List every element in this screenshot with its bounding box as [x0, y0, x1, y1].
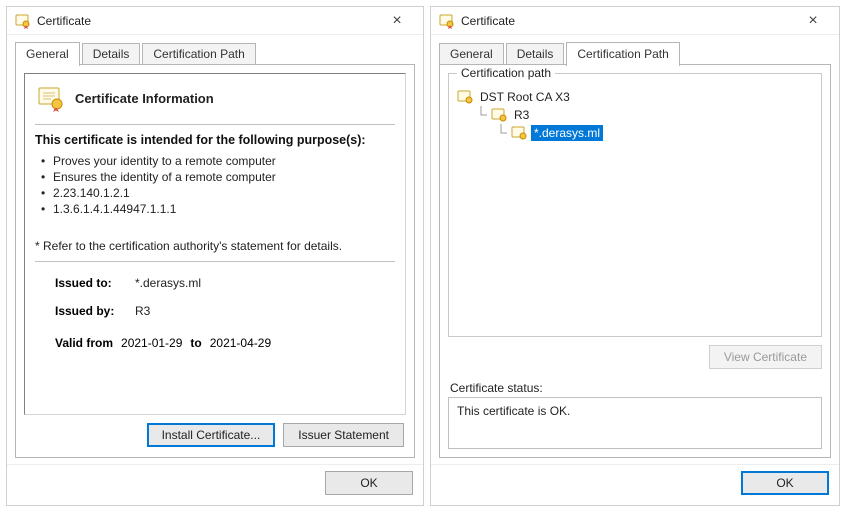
certificate-dialog-certpath: Certificate × General Details Certificat…	[430, 6, 840, 506]
chain-node-label: *.derasys.ml	[531, 125, 603, 141]
dialog-footer: OK	[7, 464, 423, 505]
certificate-status-box: This certificate is OK.	[448, 397, 822, 449]
valid-from-label: Valid from	[55, 336, 113, 350]
tab-certification-path[interactable]: Certification Path	[142, 43, 255, 65]
certificate-dialog-general: Certificate × General Details Certificat…	[6, 6, 424, 506]
tab-certification-path[interactable]: Certification Path	[566, 42, 679, 66]
valid-to-value: 2021-04-29	[210, 336, 271, 350]
titlebar: Certificate ×	[7, 7, 423, 35]
tab-body-certpath: Certification path DST Root CA X3 R3	[439, 65, 831, 458]
issued-by-row: Issued by: R3	[55, 304, 395, 318]
valid-to-label: to	[190, 336, 201, 350]
action-button-row: Install Certificate... Issuer Statement	[24, 415, 406, 449]
tree-connector-icon	[497, 124, 511, 142]
chain-node-root[interactable]: DST Root CA X3	[457, 88, 813, 106]
issued-to-value: *.derasys.ml	[135, 276, 201, 290]
certification-path-group: Certification path DST Root CA X3 R3	[448, 73, 822, 337]
certificate-information-heading: Certificate Information	[75, 91, 214, 106]
close-icon[interactable]: ×	[793, 13, 833, 29]
valid-from-value: 2021-01-29	[121, 336, 182, 350]
issued-to-label: Issued to:	[55, 276, 135, 290]
tab-general[interactable]: General	[439, 43, 504, 65]
certificate-status-text: This certificate is OK.	[457, 404, 570, 418]
certificate-icon	[37, 84, 65, 112]
certificate-icon	[491, 108, 507, 122]
tree-connector-icon	[477, 106, 491, 124]
install-certificate-button[interactable]: Install Certificate...	[147, 423, 276, 447]
titlebar: Certificate ×	[431, 7, 839, 35]
refer-note: * Refer to the certification authority's…	[35, 239, 395, 253]
tab-body-general: Certificate Information This certificate…	[15, 65, 415, 458]
window-title: Certificate	[37, 14, 377, 28]
chain-node-intermediate[interactable]: R3	[457, 106, 813, 124]
tabstrip: General Details Certification Path	[7, 35, 423, 65]
certificate-icon	[15, 13, 31, 29]
purpose-list: Proves your identity to a remote compute…	[53, 153, 395, 217]
validity-row: Valid from 2021-01-29 to 2021-04-29	[55, 336, 395, 350]
purpose-item: Ensures the identity of a remote compute…	[53, 169, 395, 185]
tab-general[interactable]: General	[15, 42, 80, 66]
purpose-heading: This certificate is intended for the fol…	[35, 133, 395, 147]
ok-button[interactable]: OK	[325, 471, 413, 495]
purpose-item: 2.23.140.1.2.1	[53, 185, 395, 201]
certificate-icon	[439, 13, 455, 29]
certificate-icon	[457, 90, 473, 104]
issued-to-row: Issued to: *.derasys.ml	[55, 276, 395, 290]
certificate-info-panel: Certificate Information This certificate…	[24, 73, 406, 415]
group-label: Certification path	[457, 66, 555, 80]
divider	[35, 261, 395, 262]
tab-details[interactable]: Details	[82, 43, 141, 65]
certificate-chain-tree: DST Root CA X3 R3	[457, 88, 813, 142]
certificate-icon	[511, 126, 527, 140]
chain-node-label: DST Root CA X3	[477, 89, 573, 105]
ok-button[interactable]: OK	[741, 471, 829, 495]
view-cert-row: View Certificate	[448, 337, 822, 377]
tab-details[interactable]: Details	[506, 43, 565, 65]
issuer-statement-button[interactable]: Issuer Statement	[283, 423, 404, 447]
dialog-footer: OK	[431, 464, 839, 505]
tabstrip: General Details Certification Path	[431, 35, 839, 65]
view-certificate-button[interactable]: View Certificate	[709, 345, 822, 369]
issued-by-label: Issued by:	[55, 304, 135, 318]
purpose-item: Proves your identity to a remote compute…	[53, 153, 395, 169]
issued-by-value: R3	[135, 304, 150, 318]
chain-node-leaf[interactable]: *.derasys.ml	[457, 124, 813, 142]
purpose-item: 1.3.6.1.4.1.44947.1.1.1	[53, 201, 395, 217]
divider	[35, 124, 395, 125]
close-icon[interactable]: ×	[377, 13, 417, 29]
window-title: Certificate	[461, 14, 793, 28]
certificate-status-label: Certificate status:	[450, 381, 822, 395]
chain-node-label: R3	[511, 107, 532, 123]
